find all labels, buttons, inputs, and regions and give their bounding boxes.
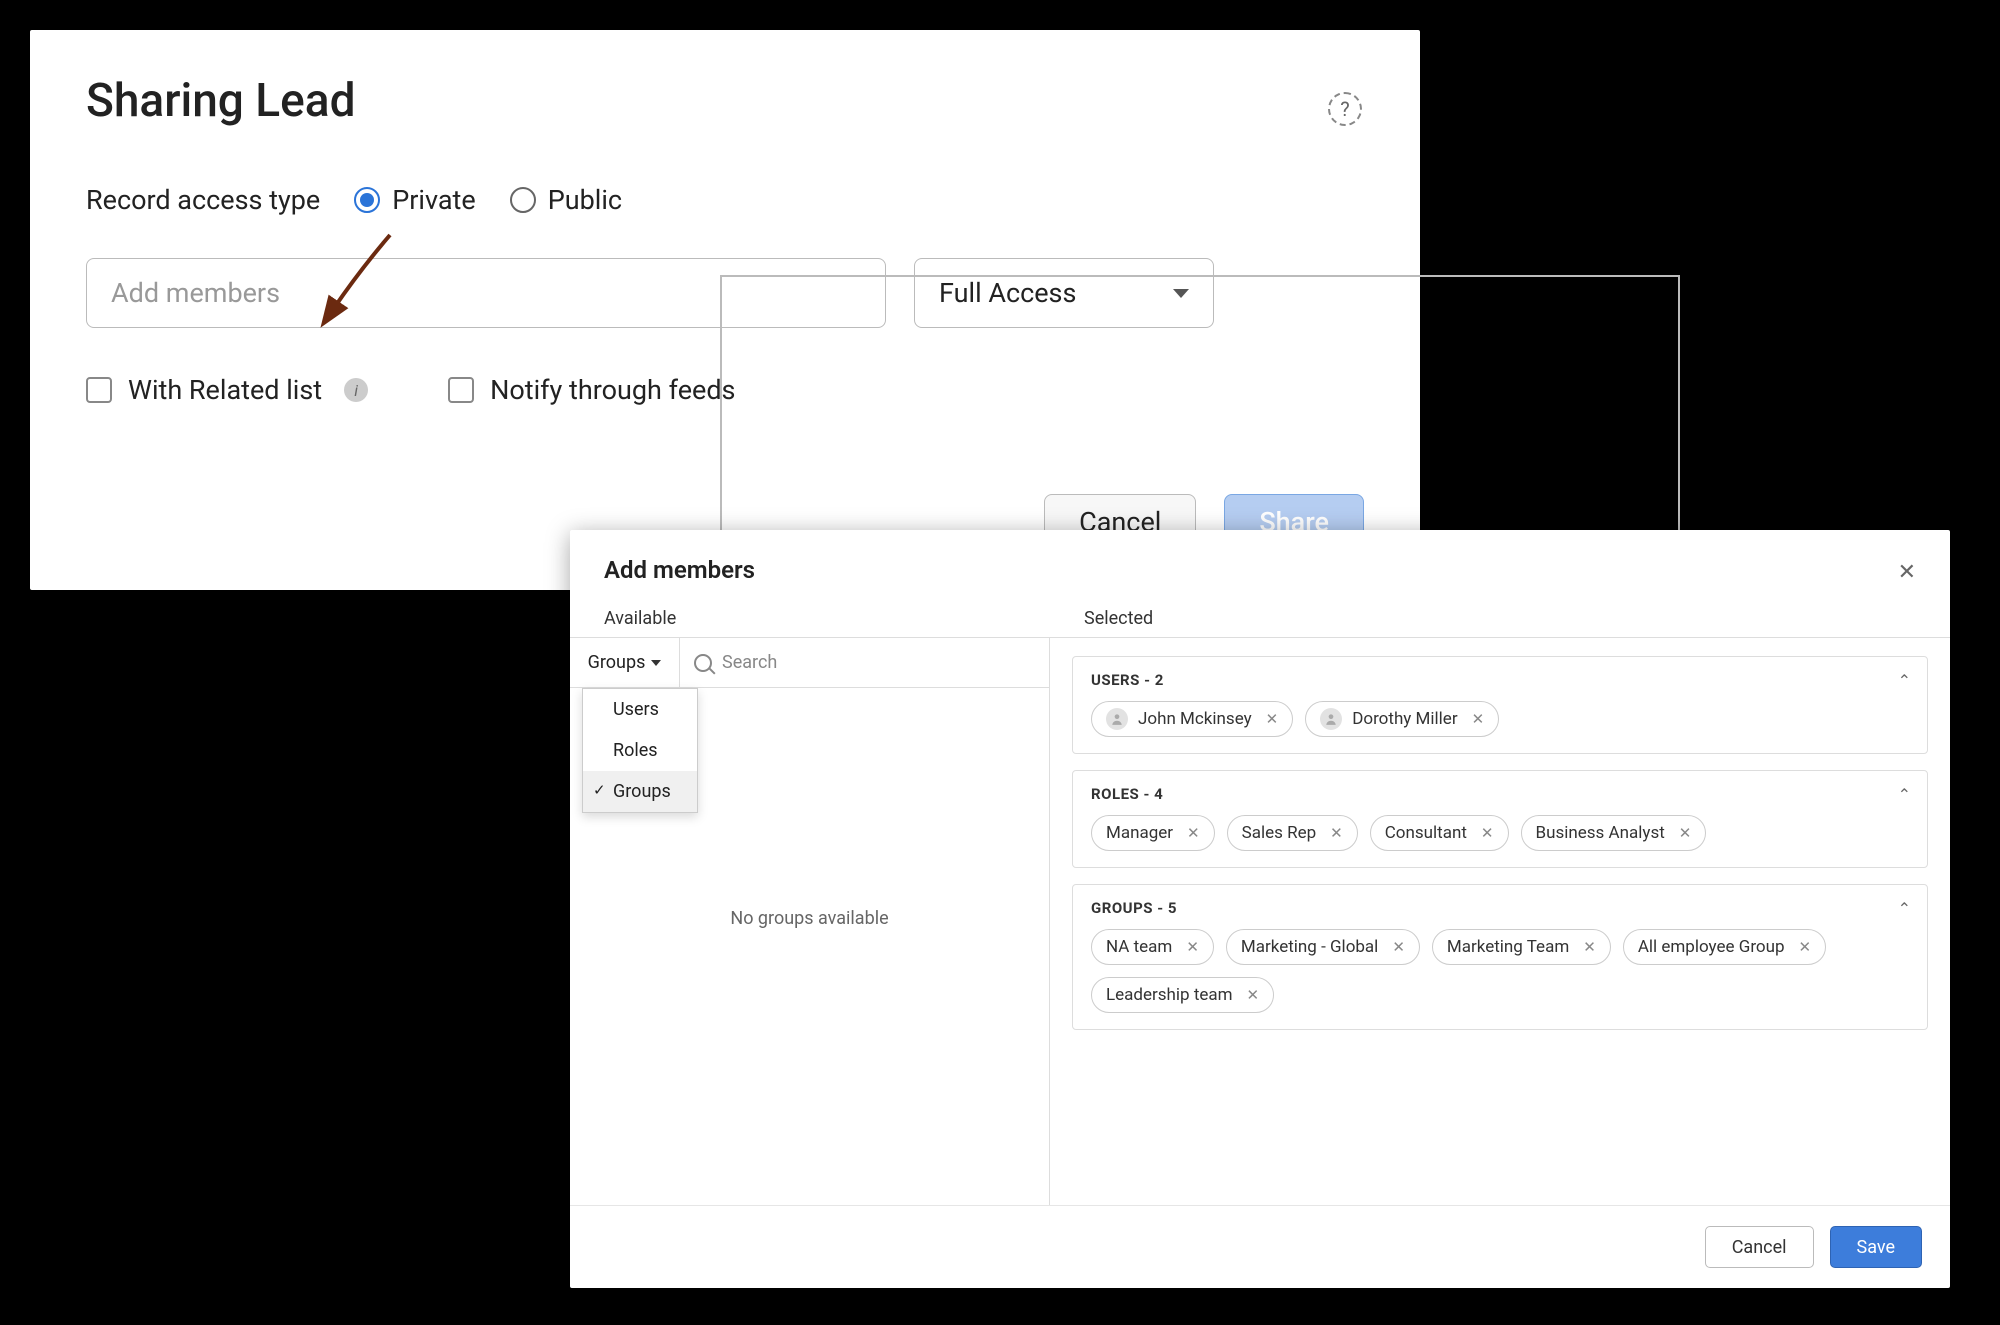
groups-chips: NA team ✕ Marketing - Global ✕ Marketing… xyxy=(1091,929,1909,1013)
users-group-header: USERS - 2 xyxy=(1091,671,1909,689)
radio-public[interactable]: Public xyxy=(510,184,622,216)
add-members-placeholder: Add members xyxy=(111,277,280,309)
chip-label: Business Analyst xyxy=(1536,823,1665,843)
access-type-label: Record access type xyxy=(86,184,320,216)
dialog-header: Add members ✕ xyxy=(570,530,1950,588)
remove-chip-icon[interactable]: ✕ xyxy=(1183,824,1200,842)
filter-option-users[interactable]: Users xyxy=(583,689,697,730)
filter-bar: Groups Search xyxy=(570,638,1049,688)
chevron-down-icon xyxy=(651,660,661,666)
filter-option-groups[interactable]: Groups xyxy=(583,771,697,812)
role-chip: Business Analyst ✕ xyxy=(1521,815,1707,851)
save-button[interactable]: Save xyxy=(1830,1226,1923,1268)
filter-dropdown-menu: Users Roles Groups xyxy=(582,688,698,813)
dialog-title: Sharing Lead xyxy=(86,74,1364,128)
available-pane: Groups Search Users Roles Groups No grou… xyxy=(570,638,1050,1205)
remove-chip-icon[interactable]: ✕ xyxy=(1468,710,1485,728)
close-icon[interactable]: ✕ xyxy=(1898,560,1916,585)
groups-group-header: GROUPS - 5 xyxy=(1091,899,1909,917)
add-members-dialog: Add members ✕ Available Selected Groups … xyxy=(570,530,1950,1288)
search-input[interactable]: Search xyxy=(680,638,1049,687)
chip-label: NA team xyxy=(1106,937,1172,957)
chip-label: John Mckinsey xyxy=(1138,709,1252,729)
role-chip: Consultant ✕ xyxy=(1370,815,1509,851)
filter-option-roles[interactable]: Roles xyxy=(583,730,697,771)
selected-users-group: USERS - 2 ⌃ John Mckinsey ✕ Dorothy Mill… xyxy=(1072,656,1928,754)
access-type-row: Record access type Private Public xyxy=(86,184,1364,216)
chip-label: Marketing Team xyxy=(1447,937,1569,957)
remove-chip-icon[interactable]: ✕ xyxy=(1388,938,1405,956)
user-chip: Dorothy Miller ✕ xyxy=(1305,701,1499,737)
remove-chip-icon[interactable]: ✕ xyxy=(1477,824,1494,842)
filter-label: Groups xyxy=(588,652,646,673)
group-chip: NA team ✕ xyxy=(1091,929,1214,965)
group-chip: All employee Group ✕ xyxy=(1623,929,1826,965)
radio-dot-icon xyxy=(510,187,536,213)
roles-group-header: ROLES - 4 xyxy=(1091,785,1909,803)
notify-feeds-label: Notify through feeds xyxy=(490,374,735,406)
group-chip: Leadership team ✕ xyxy=(1091,977,1274,1013)
radio-private[interactable]: Private xyxy=(354,184,475,216)
remove-chip-icon[interactable]: ✕ xyxy=(1795,938,1812,956)
filter-dropdown-button[interactable]: Groups xyxy=(570,638,680,687)
remove-chip-icon[interactable]: ✕ xyxy=(1262,710,1279,728)
with-related-checkbox[interactable]: With Related list i xyxy=(86,374,368,406)
search-placeholder: Search xyxy=(722,652,777,673)
info-icon[interactable]: i xyxy=(344,378,368,402)
avatar-icon xyxy=(1106,708,1128,730)
dialog-title: Add members xyxy=(604,556,1916,584)
checkbox-icon xyxy=(448,377,474,403)
remove-chip-icon[interactable]: ✕ xyxy=(1579,938,1596,956)
empty-state-message: No groups available xyxy=(570,908,1049,929)
chip-label: Consultant xyxy=(1385,823,1467,843)
selected-roles-group: ROLES - 4 ⌃ Manager ✕ Sales Rep ✕ Consul… xyxy=(1072,770,1928,868)
chip-label: All employee Group xyxy=(1638,937,1785,957)
dialog-body: Groups Search Users Roles Groups No grou… xyxy=(570,637,1950,1206)
help-icon[interactable]: ? xyxy=(1328,92,1362,126)
column-labels: Available Selected xyxy=(570,588,1950,637)
search-icon xyxy=(694,654,712,672)
radio-public-label: Public xyxy=(548,184,622,216)
cancel-button[interactable]: Cancel xyxy=(1705,1226,1814,1268)
group-chip: Marketing Team ✕ xyxy=(1432,929,1611,965)
with-related-label: With Related list xyxy=(128,374,322,406)
selected-label: Selected xyxy=(1084,608,1153,629)
avatar-icon xyxy=(1320,708,1342,730)
role-chip: Manager ✕ xyxy=(1091,815,1215,851)
role-chip: Sales Rep ✕ xyxy=(1227,815,1358,851)
group-chip: Marketing - Global ✕ xyxy=(1226,929,1420,965)
chip-label: Sales Rep xyxy=(1242,823,1317,843)
chip-label: Marketing - Global xyxy=(1241,937,1378,957)
dialog-actions: Cancel Save xyxy=(570,1206,1950,1288)
remove-chip-icon[interactable]: ✕ xyxy=(1243,986,1260,1004)
selected-groups-group: GROUPS - 5 ⌃ NA team ✕ Marketing - Globa… xyxy=(1072,884,1928,1030)
radio-private-label: Private xyxy=(392,184,475,216)
remove-chip-icon[interactable]: ✕ xyxy=(1182,938,1199,956)
radio-dot-icon xyxy=(354,187,380,213)
chip-label: Dorothy Miller xyxy=(1352,709,1457,729)
user-chip: John Mckinsey ✕ xyxy=(1091,701,1293,737)
users-chips: John Mckinsey ✕ Dorothy Miller ✕ xyxy=(1091,701,1909,737)
remove-chip-icon[interactable]: ✕ xyxy=(1675,824,1692,842)
notify-feeds-checkbox[interactable]: Notify through feeds xyxy=(448,374,735,406)
chip-label: Manager xyxy=(1106,823,1173,843)
checkbox-icon xyxy=(86,377,112,403)
remove-chip-icon[interactable]: ✕ xyxy=(1326,824,1343,842)
chevron-up-icon[interactable]: ⌃ xyxy=(1898,785,1911,804)
chevron-up-icon[interactable]: ⌃ xyxy=(1898,899,1911,918)
chip-label: Leadership team xyxy=(1106,985,1233,1005)
available-label: Available xyxy=(604,608,1084,629)
selected-pane: USERS - 2 ⌃ John Mckinsey ✕ Dorothy Mill… xyxy=(1050,638,1950,1205)
chevron-up-icon[interactable]: ⌃ xyxy=(1898,671,1911,690)
roles-chips: Manager ✕ Sales Rep ✕ Consultant ✕ Busin… xyxy=(1091,815,1909,851)
